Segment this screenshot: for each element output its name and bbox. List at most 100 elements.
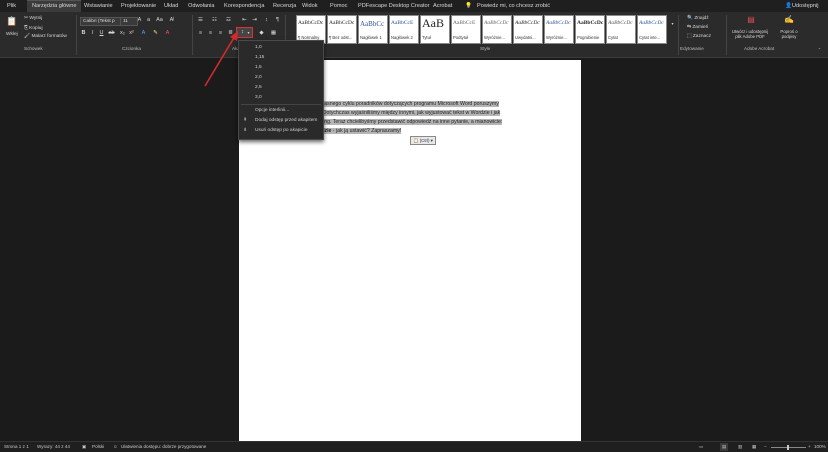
zoom-slider[interactable] [771,445,806,450]
tab-review[interactable]: Recenzja [273,1,296,12]
tab-help[interactable]: Pomoc [330,1,347,12]
request-signatures-icon[interactable]: ✍ [784,16,794,26]
style-preview: AaBbCc [360,20,385,28]
tab-mailings[interactable]: Korespondencja [224,1,264,12]
style-strong[interactable]: AaBbCcDc Pogrubienie [575,15,605,44]
remove-space-after-item[interactable]: Usuń odstęp po akapicie [255,128,308,133]
person-icon: 👤 [785,3,792,9]
tab-home[interactable]: Narzędzia główne [27,0,82,12]
doc-text-line[interactable]: ...dzie - jak ją ustawić? Zapraszamy! [317,128,402,134]
tab-file[interactable]: Plik [7,1,16,12]
pdf-icon[interactable]: ▤ [746,16,756,26]
underline-icon[interactable]: U [98,30,105,37]
word-count[interactable]: Wyrazy: 44 z 44 [37,443,70,451]
style-heading-2[interactable]: AaBbCcE Nagłówek 2 [389,15,419,44]
line-spacing-options-item[interactable]: Opcje interlinii... [255,108,289,113]
multilevel-list-icon[interactable]: ☲ [225,17,232,24]
collapse-ribbon-icon[interactable]: ⌃ [816,46,823,53]
find-button[interactable]: 🔍 Znajdź [687,16,709,21]
arrow-head [230,31,238,41]
decrease-indent-icon[interactable]: ⇤ [241,17,248,24]
tab-view[interactable]: Widok [302,1,318,12]
change-case-icon[interactable]: Aa [156,17,163,24]
tell-me-search[interactable]: Powiedz mi, co chcesz zrobić [477,1,550,12]
pilcrow-icon[interactable]: ¶ [274,17,281,24]
style-subtle-emphasis[interactable]: AaBbCcDc Wyróżnie... [482,15,512,44]
font-color-icon[interactable]: A [164,30,171,37]
style-subtitle[interactable]: AaBbCcE Podtytuł [451,15,481,44]
line-spacing-option[interactable]: 1,5 [255,65,262,70]
request-signatures-button[interactable]: Poproś o podpisy [773,29,805,39]
zoom-level[interactable]: 100% [814,443,826,451]
style-quote[interactable]: AaBbCcDc Cytat [606,15,636,44]
tab-layout[interactable]: Układ [164,1,178,12]
paste-options-button[interactable]: 📋 (Ctrl) ▾ [410,136,436,145]
tab-acrobat[interactable]: Acrobat [433,1,452,12]
copy-button[interactable]: ⎘ Kopiuj [24,25,43,31]
paste-button[interactable]: Wklej [6,32,18,37]
doc-text-line[interactable]: ...ong. Teraz chcielibyśmy przedstawić o… [317,119,503,125]
italic-icon[interactable]: I [89,30,96,37]
clear-formatting-icon[interactable]: A̸ [168,17,175,24]
grow-font-icon[interactable]: A [136,17,143,24]
sort-icon[interactable]: ↕ [263,17,270,24]
cut-button[interactable]: ✂ Wytnij [24,16,42,21]
tab-design[interactable]: Projektowanie [121,1,156,12]
shading-icon[interactable]: ◆ [258,30,265,37]
doc-text-line[interactable]: ... Dotychczas wyjaśniliśmy między innym… [317,110,501,116]
style-intense-emphasis[interactable]: AaBbCcDc Wyróżnie... [544,15,574,44]
select-button[interactable]: ⬚ Zaznacz [687,34,711,39]
line-spacing-option[interactable]: 2,5 [255,85,262,90]
zoom-out-icon[interactable]: − [764,443,767,451]
format-painter-button[interactable]: 🖌 Malarz formatów [24,34,67,39]
line-spacing-option[interactable]: 1,0 [255,45,262,50]
doc-text-line[interactable]: ...nasnego cyklu poradników dotyczących … [317,101,499,107]
style-title[interactable]: AaB Tytuł [420,15,450,44]
page-count[interactable]: Strona 1 z 1 [4,443,29,451]
style-emphasis[interactable]: AaBbCcDc Uwydatni... [513,15,543,44]
add-space-icon: ⇞ [243,117,248,123]
group-separator [726,15,727,55]
style-intense-quote[interactable]: AaBbCcDc Cytat inte... [637,15,667,44]
focus-icon[interactable]: ▭ [699,443,703,451]
line-spacing-option[interactable]: 2,0 [255,75,262,80]
tab-references[interactable]: Odwołania [188,1,214,12]
line-spacing-option[interactable]: 1,15 [255,55,264,60]
doc-text: - jak ją ustawić? Zapraszamy! [331,128,402,134]
proofing-icon[interactable]: ▣ [82,443,86,451]
create-pdf-button[interactable]: Utwórz i udostępnij plik Adobe PDF [730,29,770,39]
subscript-icon[interactable]: x₂ [119,30,126,37]
lightbulb-icon: 💡 [465,3,472,9]
strikethrough-icon[interactable]: ab [108,30,115,37]
superscript-icon[interactable]: x² [128,30,135,37]
clipboard-group-label: Schowek [24,46,43,51]
print-layout-icon[interactable]: ▥ [738,443,742,451]
zoom-slider-thumb[interactable] [787,445,789,450]
read-mode-icon[interactable]: ▤ [720,443,729,451]
borders-icon[interactable]: ▦ [270,30,277,37]
bullets-icon[interactable]: ☰ [197,17,204,24]
zoom-in-icon[interactable]: + [808,443,811,451]
tab-insert[interactable]: Wstawianie [84,1,113,12]
increase-indent-icon[interactable]: ⇥ [251,17,258,24]
font-name-select[interactable]: Calibri (Tekst p [80,17,122,26]
web-layout-icon[interactable]: ▦ [752,443,756,451]
numbering-icon[interactable]: ☷ [211,17,218,24]
tab-pdfescape[interactable]: PDFescape Desktop Creator [358,1,430,12]
add-space-before-item[interactable]: Dodaj odstęp przed akapitem [255,118,317,123]
style-no-spacing[interactable]: AaBbCcDc ¶ Bez odst... [327,15,357,44]
style-heading-1[interactable]: AaBbCc Nagłówek 1 [358,15,388,44]
share-button[interactable]: Udostępnij [792,1,818,12]
text-effects-icon[interactable]: A [140,30,147,37]
accessibility-status[interactable]: Ułatwienia dostępu: dobrze przygotowane [121,443,206,451]
paste-icon[interactable]: 📋 [6,17,17,30]
shrink-font-icon[interactable]: a [145,17,152,24]
line-spacing-option[interactable]: 3,0 [255,95,262,100]
bold-icon[interactable]: B [80,30,87,37]
replace-button[interactable]: ⇆ Zamień [687,25,708,30]
style-preview: AaBbCcDc [298,20,324,26]
styles-more-icon[interactable]: ▾ [669,20,676,27]
highlight-icon[interactable]: ✎ [152,30,159,37]
language-indicator[interactable]: Polski [92,443,104,451]
group-separator [192,15,193,55]
